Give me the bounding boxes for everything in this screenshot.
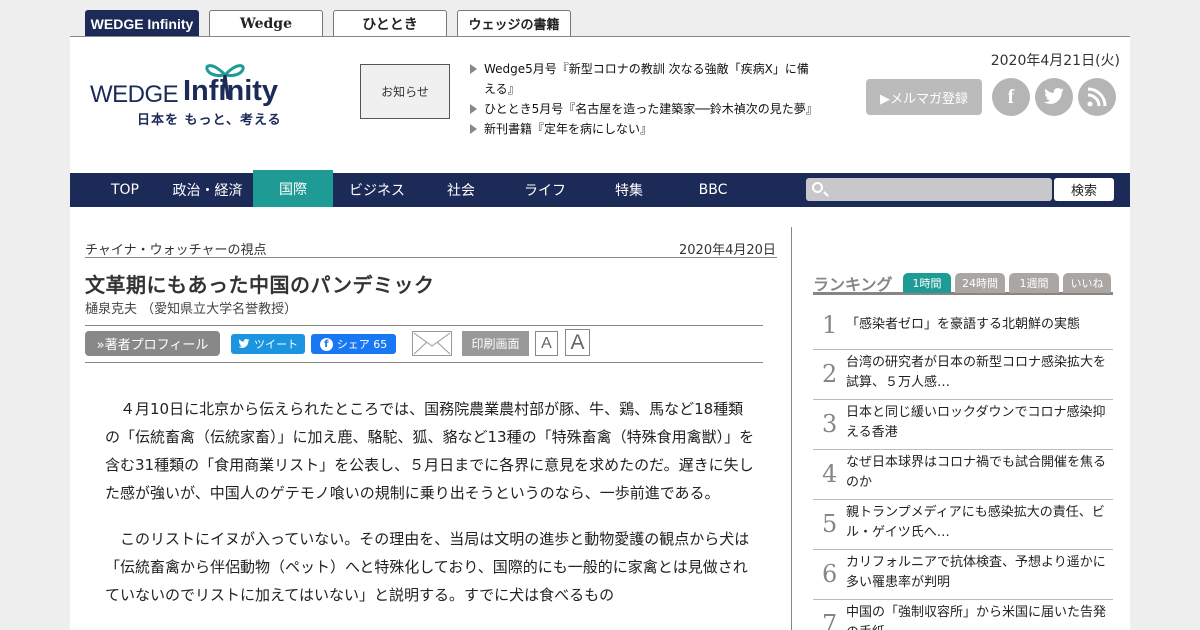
ranking-item-text[interactable]: 親トランプメディアにも感染拡大の責任、ビル・ゲイツ氏へ… bbox=[846, 503, 1106, 543]
site-tab-books[interactable]: ウェッジの書籍 bbox=[457, 10, 571, 36]
nav-top[interactable]: TOP bbox=[90, 173, 160, 207]
ranking-tab-likes[interactable]: いいね bbox=[1063, 273, 1111, 293]
author-profile-button[interactable]: »著者プロフィール bbox=[85, 331, 220, 356]
article-paragraph: ４月10日に北京から伝えられたところでは、国務院農業農村部が豚、牛、鶏、馬など1… bbox=[105, 400, 755, 502]
article-series[interactable]: チャイナ・ウォッチャーの視点 bbox=[85, 239, 266, 258]
logo-wedge-text: WEDGE bbox=[90, 81, 179, 108]
divider bbox=[85, 362, 763, 363]
ranking-item[interactable]: 4 なぜ日本球界はコロナ禍でも試合開催を焦るのか bbox=[813, 450, 1113, 500]
ranking-title: ランキング bbox=[813, 275, 893, 294]
ranking-item-text[interactable]: カリフォルニアで抗体検査、予想より遥かに多い罹患率が判明 bbox=[846, 553, 1106, 593]
triangle-right-icon bbox=[470, 124, 477, 134]
ranking-number: 4 bbox=[822, 460, 838, 488]
article-paragraph: このリストにイヌが入っていない。その理由を、当局は文明の進歩と動物愛護の観点から… bbox=[105, 530, 750, 604]
nav-international[interactable]: 国際 bbox=[253, 170, 333, 207]
triangle-right-icon bbox=[470, 64, 477, 74]
ranking-item[interactable]: 6 カリフォルニアで抗体検査、予想より遥かに多い罹患率が判明 bbox=[813, 550, 1113, 600]
news-item-text[interactable]: ひととき5月号『名古屋を造った建築家──鈴木禎次の見た夢』 bbox=[484, 102, 818, 116]
site-tab-hitotoki[interactable]: ひととき bbox=[333, 10, 447, 36]
nav-bbc[interactable]: BBC bbox=[673, 173, 753, 207]
notice-button[interactable]: お知らせ bbox=[360, 64, 450, 119]
ranking-number: 5 bbox=[822, 510, 838, 538]
news-item-text[interactable]: 新刊書籍『定年を病にしない』 bbox=[484, 122, 652, 136]
ranking-number: 3 bbox=[822, 410, 838, 438]
rss-icon[interactable] bbox=[1078, 78, 1116, 116]
article-body: ４月10日に北京から伝えられたところでは、国務院農業農村部が豚、牛、鶏、馬など1… bbox=[105, 395, 755, 627]
ranking-item[interactable]: 1 「感染者ゼロ」を豪語する北朝鮮の実態 bbox=[813, 303, 1113, 350]
news-item-text[interactable]: Wedge5月号『新型コロナの教訓 次なる強敵「疾病X」に備える』 bbox=[484, 62, 809, 96]
print-button[interactable]: 印刷画面 bbox=[462, 331, 529, 356]
facebook-icon: f bbox=[319, 337, 333, 351]
ranking-number: 6 bbox=[822, 560, 838, 588]
nav-politics-economy[interactable]: 政治・経済 bbox=[165, 173, 250, 207]
ranking-item-text[interactable]: 中国の「強制収容所」から米国に届いた告発の手紙 bbox=[846, 603, 1106, 630]
ranking-item-text[interactable]: 台湾の研究者が日本の新型コロナ感染拡大を試算、５万人感… bbox=[846, 353, 1106, 393]
ranking-tab-1w[interactable]: 1週間 bbox=[1009, 273, 1059, 293]
news-item[interactable]: ひととき5月号『名古屋を造った建築家──鈴木禎次の見た夢』 bbox=[470, 99, 818, 119]
site-logo[interactable]: WEDGE Infinity 日本を もっと、考える bbox=[90, 57, 320, 128]
news-list: Wedge5月号『新型コロナの教訓 次なる強敵「疾病X」に備える』 ひととき5月… bbox=[470, 59, 818, 139]
ranking-tab-24h[interactable]: 24時間 bbox=[955, 273, 1005, 293]
triangle-right-icon bbox=[470, 104, 477, 114]
ranking-item-text[interactable]: なぜ日本球界はコロナ禍でも試合開催を焦るのか bbox=[846, 453, 1106, 493]
nav-life[interactable]: ライフ bbox=[505, 173, 585, 207]
nav-business[interactable]: ビジネス bbox=[337, 173, 417, 207]
ranking-tab-1h[interactable]: 1時間 bbox=[903, 273, 951, 293]
ranking-item[interactable]: 3 日本と同じ緩いロックダウンでコロナ感染抑える香港 bbox=[813, 400, 1113, 450]
header-date: 2020年4月21日(火) bbox=[990, 53, 1120, 69]
mail-icon[interactable] bbox=[412, 331, 452, 356]
tweet-button[interactable]: ツイート bbox=[231, 334, 305, 354]
ranking-item[interactable]: 2 台湾の研究者が日本の新型コロナ感染拡大を試算、５万人感… bbox=[813, 350, 1113, 400]
twitter-icon bbox=[238, 339, 250, 348]
ranking-item-text[interactable]: 「感染者ゼロ」を豪語する北朝鮮の実態 bbox=[846, 315, 1106, 335]
article-author: 樋泉克夫 （愛知県立大学名誉教授） bbox=[85, 302, 298, 317]
logo-tagline: 日本を もっと、考える bbox=[137, 113, 282, 128]
tweet-label: ツイート bbox=[254, 338, 298, 351]
facebook-share-button[interactable]: f シェア 65 bbox=[311, 334, 396, 354]
divider bbox=[85, 257, 777, 258]
ranking-number: 2 bbox=[822, 360, 838, 388]
facebook-icon[interactable]: f bbox=[992, 78, 1030, 116]
site-tab-wedge-infinity[interactable]: WEDGE Infinity bbox=[85, 10, 199, 36]
nav-features[interactable]: 特集 bbox=[589, 173, 669, 207]
divider bbox=[85, 325, 763, 326]
ranking-header: ランキング 1時間 24時間 1週間 いいね bbox=[813, 269, 1113, 295]
search-icon bbox=[812, 182, 823, 193]
site-tab-wedge[interactable]: Wedge bbox=[209, 10, 323, 36]
article-date: 2020年4月20日 bbox=[679, 243, 776, 258]
search-button[interactable]: 検索 bbox=[1054, 178, 1114, 201]
ranking-number: 1 bbox=[822, 311, 838, 339]
ranking-item[interactable]: 5 親トランプメディアにも感染拡大の責任、ビル・ゲイツ氏へ… bbox=[813, 500, 1113, 550]
page-wrapper: WEDGE Infinity Wedge ひととき ウェッジの書籍 WEDGE … bbox=[0, 0, 1200, 630]
page-container: WEDGE Infinity 日本を もっと、考える お知らせ Wedge5月号… bbox=[70, 36, 1130, 630]
article-title: 文革期にもあった中国のパンデミック bbox=[85, 273, 435, 297]
nav-society[interactable]: 社会 bbox=[421, 173, 501, 207]
news-item[interactable]: Wedge5月号『新型コロナの教訓 次なる強敵「疾病X」に備える』 bbox=[470, 59, 815, 99]
main-nav: TOP 政治・経済 国際 ビジネス 社会 ライフ 特集 BBC 検索 bbox=[70, 170, 1130, 207]
ranking-item-text[interactable]: 日本と同じ緩いロックダウンでコロナ感染抑える香港 bbox=[846, 403, 1106, 443]
ranking-number: 7 bbox=[822, 610, 838, 630]
search-input[interactable] bbox=[806, 178, 1052, 201]
font-small-button[interactable]: A bbox=[535, 331, 558, 356]
ranking-item[interactable]: 7 中国の「強制収容所」から米国に届いた告発の手紙 bbox=[813, 600, 1113, 630]
column-divider bbox=[791, 227, 792, 630]
twitter-icon[interactable] bbox=[1035, 78, 1073, 116]
newsletter-signup-button[interactable]: ▶メルマガ登録 bbox=[866, 79, 982, 115]
font-large-button[interactable]: A bbox=[565, 329, 590, 356]
news-item[interactable]: 新刊書籍『定年を病にしない』 bbox=[470, 119, 815, 139]
logo-infinity-text: Infinity bbox=[183, 75, 279, 107]
share-label: シェア 65 bbox=[336, 338, 388, 351]
